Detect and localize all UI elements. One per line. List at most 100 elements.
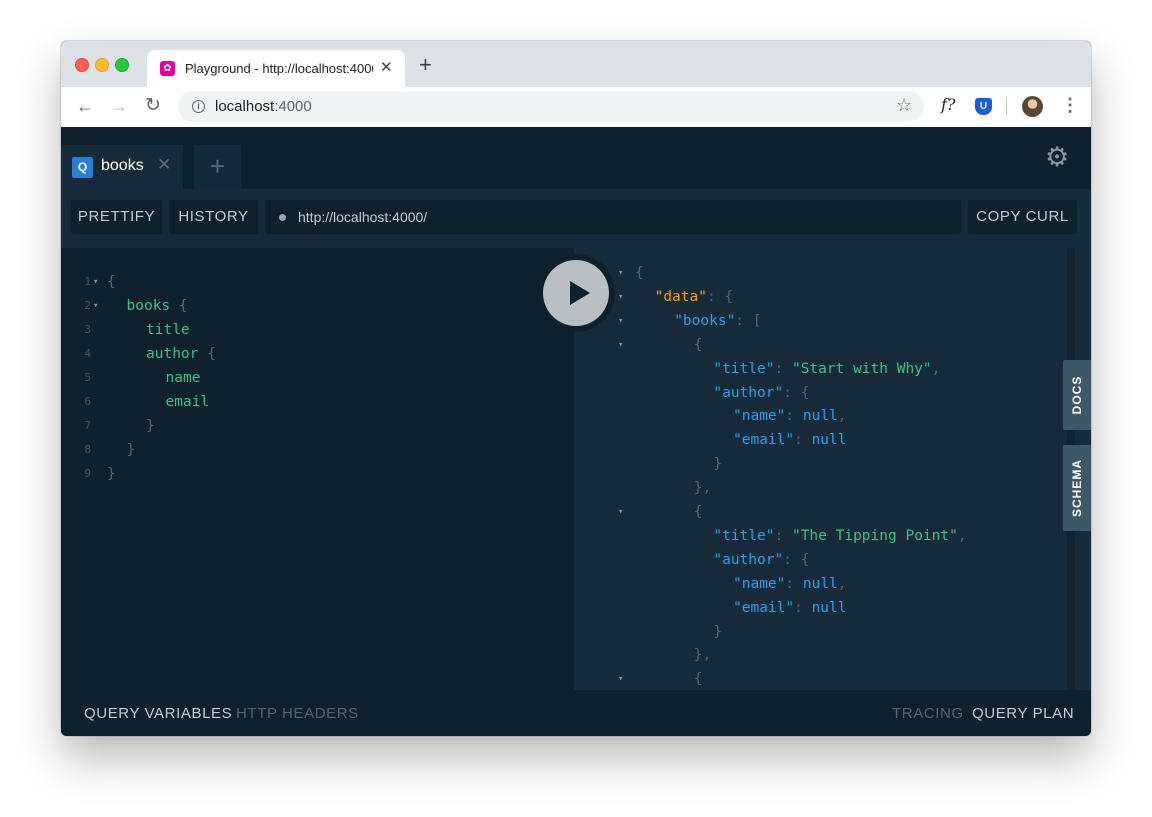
back-arrow-icon[interactable]: ← [76,96,94,116]
code-token: "author" [713,384,784,401]
code-text[interactable]: { [107,270,116,294]
code-text[interactable]: } [146,414,155,438]
close-window-button[interactable] [75,58,89,72]
fold-toggle-icon[interactable]: ▾ [618,333,623,357]
new-browser-tab-button[interactable]: + [419,54,432,76]
fold-toggle-icon[interactable]: ▾ [618,261,623,285]
editor-line[interactable]: 7} [61,414,574,438]
code-text: { [694,500,703,524]
fold-toggle-icon[interactable]: ▾ [93,270,98,294]
settings-gear-icon[interactable]: ⚙ [1045,143,1069,171]
code-token: } [107,466,116,482]
new-query-tab-button[interactable]: + [194,145,241,189]
code-text[interactable]: } [107,462,116,486]
bottom-panel-bar: QUERY VARIABLES HTTP HEADERS TRACING QUE… [61,690,1091,736]
editor-line[interactable]: 3 title [61,318,574,342]
editor-line[interactable]: 2 ▾ books { [61,294,574,318]
editor-line[interactable]: 5 name [61,366,574,390]
code-text[interactable]: name [166,366,201,390]
line-number: 3 [84,323,91,336]
line-number: 1 [84,275,91,288]
code-token: { [107,274,116,290]
code-token: , [837,575,847,592]
copy-curl-button[interactable]: COPY CURL [968,200,1077,234]
execute-query-button[interactable] [537,254,615,332]
editor-line[interactable]: 6 email [61,390,574,414]
code-text[interactable]: books { [127,294,188,318]
code-text: "author": { [713,381,809,405]
fold-toggle-icon[interactable]: ▾ [618,309,623,333]
result-line: "email": null [574,428,1091,452]
schema-side-tab[interactable]: SCHEMA [1063,445,1091,531]
editor-line[interactable]: 4 author { [61,342,574,366]
code-text[interactable]: title [146,318,190,342]
code-token: "Start with Why" [791,360,932,377]
editor-line[interactable]: 1 ▾ { [61,270,574,294]
browser-menu-icon[interactable]: ⋮ [1061,95,1079,115]
code-token: "name" [733,575,786,592]
code-token: : [ [735,312,762,329]
line-number: 7 [84,419,91,432]
fold-toggle-icon[interactable]: ▾ [93,294,98,318]
query-badge-icon: Q [72,157,93,178]
code-token: null [802,575,838,592]
extension-f-icon[interactable]: f? [941,95,956,114]
code-text: "name": null, [733,572,847,596]
query-editor-code[interactable]: 1 ▾{2 ▾ books {3 title 4 author {5 name 6 email 7}… [61,248,574,690]
editor-line[interactable]: 8} [61,438,574,462]
result-line: ▾{ [574,667,1091,690]
address-bar[interactable]: i localhost:4000 [178,91,924,122]
code-text: { [694,667,703,690]
docs-side-tab[interactable]: DOCS [1063,360,1091,430]
docs-side-tab-label: DOCS [1070,375,1084,415]
result-line: }, [574,476,1091,500]
reload-icon[interactable]: ↻ [145,96,161,116]
endpoint-url-input[interactable]: http://localhost:4000/ [265,200,961,234]
code-token: { [693,504,703,520]
result-line: "title": "The Tipping Point", [574,524,1091,548]
zoom-window-button[interactable] [115,58,129,72]
result-line: "title": "Start with Why", [574,357,1091,381]
code-token: null [811,432,847,449]
query-tab-books[interactable]: Q books ✕ [61,145,183,189]
site-info-icon[interactable]: i [192,100,205,113]
prettify-button[interactable]: PRETTIFY [71,200,162,234]
code-token: : [774,527,792,544]
code-text[interactable]: author { [146,342,216,366]
extension-shield-icon[interactable]: U [975,98,992,115]
code-text[interactable]: email [166,390,210,414]
query-tab-close-icon[interactable]: ✕ [157,155,171,175]
code-token: "data" [654,288,707,305]
query-variables-tab[interactable]: QUERY VARIABLES [84,705,232,722]
browser-tab-title: Playground - http://localhost:4000 [185,61,373,76]
code-text: { [694,333,703,357]
editor-line[interactable]: 9} [61,462,574,486]
code-token: : [785,408,803,425]
forward-arrow-icon[interactable]: → [110,96,128,116]
play-icon [570,281,590,305]
code-text[interactable]: } [127,438,136,462]
code-token: : { [706,288,734,305]
code-token: }, [693,480,712,497]
tracing-tab[interactable]: TRACING [892,705,964,722]
query-plan-tab[interactable]: QUERY PLAN [972,705,1074,722]
result-line: "name": null, [574,404,1091,428]
code-token: } [713,456,723,473]
fold-toggle-icon[interactable]: ▾ [618,500,623,524]
history-button[interactable]: HISTORY [169,200,258,234]
code-token: : [774,360,792,377]
minimize-window-button[interactable] [95,58,109,72]
bookmark-star-icon[interactable]: ☆ [896,96,912,114]
browser-tab-playground[interactable]: ✿ Playground - http://localhost:4000 ✕ [147,50,405,87]
code-token: { [170,298,188,314]
fold-toggle-icon[interactable]: ▾ [618,667,623,690]
code-token: , [931,360,941,377]
http-headers-tab[interactable]: HTTP HEADERS [236,705,359,722]
browser-tab-close-icon[interactable]: ✕ [380,58,393,76]
graphql-favicon-icon: ✿ [160,61,175,76]
profile-avatar[interactable] [1022,96,1043,117]
fold-toggle-icon[interactable]: ▾ [618,285,623,309]
browser-window: ✿ Playground - http://localhost:4000 ✕ +… [61,41,1091,736]
query-editor[interactable]: 1 ▾{2 ▾ books {3 title 4 author {5 name 6 email 7}… [61,248,574,690]
line-number: 4 [84,347,91,360]
